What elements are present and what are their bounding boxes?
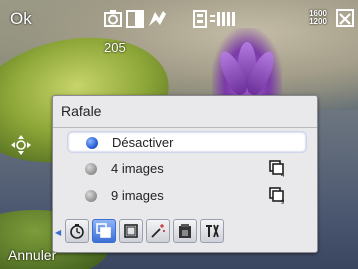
ok-softkey[interactable]: Ok bbox=[10, 9, 32, 29]
burst-4-icon: 4 bbox=[269, 160, 285, 178]
settings-tools-icon bbox=[206, 224, 219, 238]
storage-icon bbox=[193, 10, 207, 28]
svg-text:4: 4 bbox=[281, 173, 285, 178]
tool-brightness[interactable] bbox=[173, 219, 197, 243]
option-label: 4 images bbox=[111, 161, 164, 176]
flash-icon bbox=[149, 11, 166, 26]
burst-mode-icon bbox=[96, 223, 111, 238]
self-timer-icon bbox=[70, 224, 84, 239]
brightness-icon bbox=[179, 224, 191, 238]
tool-settings[interactable] bbox=[200, 219, 224, 243]
shots-remaining: 205 bbox=[104, 40, 126, 55]
option-4-images[interactable]: 4 images 4 bbox=[67, 158, 307, 180]
tool-frame[interactable] bbox=[119, 219, 143, 243]
tool-burst-mode[interactable] bbox=[92, 219, 116, 243]
close-button[interactable] bbox=[336, 9, 354, 27]
radio-unselected-icon bbox=[85, 163, 97, 175]
navigation-pad-icon bbox=[11, 135, 31, 155]
radio-selected-icon bbox=[86, 137, 98, 149]
contrast-icon bbox=[126, 10, 144, 28]
svg-text:9: 9 bbox=[281, 200, 285, 205]
effects-icon bbox=[151, 224, 165, 238]
white-balance-auto-icon bbox=[210, 12, 235, 26]
burst-mode-dialog: Rafale Désactiver 4 images 4 9 images 9 … bbox=[52, 95, 318, 253]
dialog-divider bbox=[53, 127, 317, 128]
status-bar: Ok 1600 1200 bbox=[0, 0, 358, 38]
camera-mode-icon bbox=[104, 10, 122, 27]
option-9-images[interactable]: 9 images 9 bbox=[67, 185, 307, 207]
tool-self-timer[interactable] bbox=[65, 219, 89, 243]
close-icon bbox=[339, 13, 351, 25]
burst-9-icon: 9 bbox=[269, 187, 285, 205]
option-label: Désactiver bbox=[112, 135, 174, 150]
radio-unselected-icon bbox=[85, 190, 97, 202]
resolution-indicator: 1600 1200 bbox=[306, 10, 330, 26]
option-label: 9 images bbox=[111, 188, 164, 203]
tool-effects[interactable] bbox=[146, 219, 170, 243]
toolbar-left-arrow-icon[interactable]: ◀ bbox=[55, 228, 61, 237]
frame-icon bbox=[124, 224, 138, 238]
option-desactiver[interactable]: Désactiver bbox=[67, 131, 307, 153]
cancel-softkey[interactable]: Annuler bbox=[8, 247, 56, 263]
resolution-height: 1200 bbox=[309, 17, 327, 26]
dialog-title: Rafale bbox=[61, 103, 102, 119]
